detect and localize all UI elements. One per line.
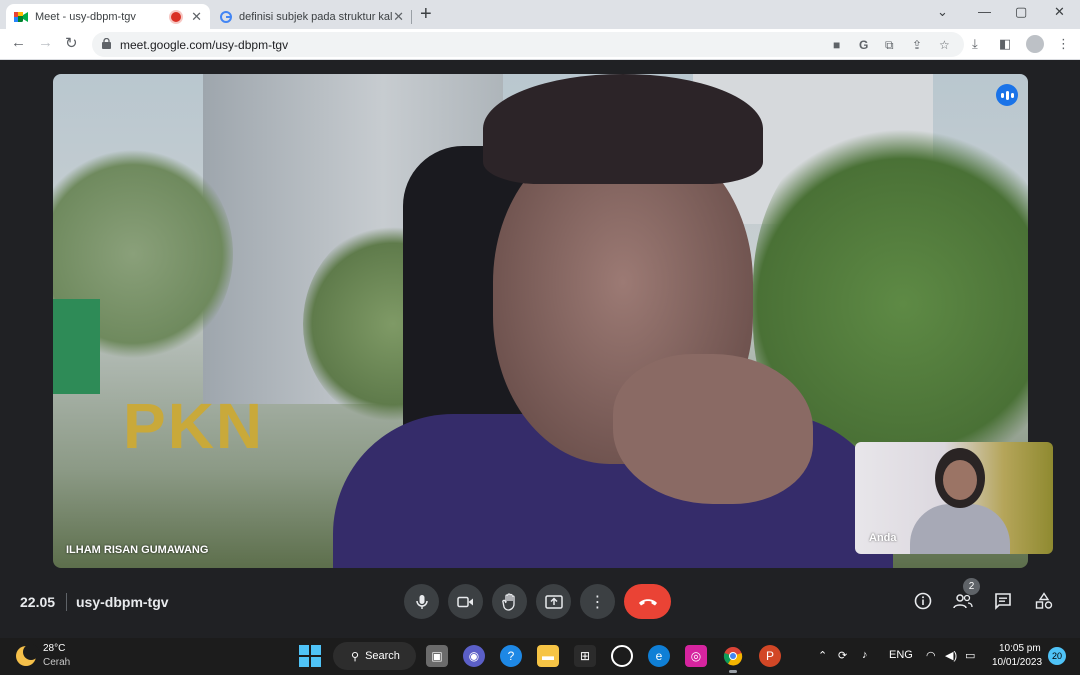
get-help-icon[interactable]: ? [500, 645, 522, 667]
minimize-button[interactable]: — [978, 4, 991, 19]
tab-search[interactable]: definisi subjek pada struktur kalimat ✕ [212, 4, 412, 29]
more-options-icon: ⋮ [589, 593, 606, 611]
more-options-button[interactable]: ⋮ [580, 584, 615, 619]
activities-button[interactable] [1033, 590, 1055, 612]
url-text: meet.google.com/usy-dbpm-tgv [120, 38, 289, 52]
meeting-details-button[interactable] [912, 590, 934, 612]
activities-icon [1035, 592, 1053, 609]
present-icon [544, 594, 563, 609]
windows-start-icon[interactable] [299, 645, 321, 667]
lock-icon [102, 38, 111, 49]
teams-chat-icon[interactable]: ◉ [463, 645, 485, 667]
back-button[interactable]: ← [11, 34, 26, 51]
participant-hand [613, 354, 813, 504]
present-now-button[interactable] [536, 584, 571, 619]
tab-title: definisi subjek pada struktur kalimat [239, 10, 393, 23]
tab-search-chevron-icon[interactable]: ⌄ [937, 4, 948, 20]
share-icon[interactable]: ⇪ [912, 38, 922, 52]
chrome-icon[interactable] [722, 645, 744, 673]
bookmark-star-icon[interactable]: ☆ [939, 38, 950, 52]
address-bar[interactable]: meet.google.com/usy-dbpm-tgv ■ G ⧉ ⇪ ☆ [92, 32, 964, 57]
self-participant-body [910, 504, 1010, 554]
speaking-indicator-icon [996, 84, 1018, 106]
meet-stage: PKN ILHAM RISAN GUMAWANG Anda [0, 60, 1080, 638]
close-tab-icon[interactable]: ✕ [191, 9, 202, 25]
chrome-logo-icon [723, 647, 743, 666]
tab-meet[interactable]: Meet - usy-dbpm-tgv ✕ [6, 4, 210, 29]
info-icon [914, 592, 932, 610]
translate-icon[interactable]: ⧉ [885, 38, 894, 53]
chrome-menu-icon[interactable]: ⋮ [1057, 36, 1070, 52]
side-panel-icon[interactable]: ◧ [999, 36, 1011, 52]
meeting-clock: 22.05 [20, 594, 56, 610]
weather-temperature: 28°C [43, 643, 66, 654]
tab-divider [411, 10, 412, 24]
search-label: Search [365, 650, 400, 662]
main-participant-name: ILHAM RISAN GUMAWANG [66, 544, 209, 556]
taskbar-date[interactable]: 10/01/2023 [992, 657, 1042, 668]
taskbar-search-button[interactable]: ⚲ Search [333, 642, 416, 670]
google-meet-icon [14, 11, 28, 22]
self-participant-face [943, 460, 977, 500]
tray-overflow-chevron-icon[interactable]: ⌃ [818, 649, 827, 662]
download-icon[interactable]: ⤓ [972, 36, 978, 52]
taskbar-time[interactable]: 10:05 pm [999, 643, 1041, 654]
reload-button[interactable]: ↻ [65, 34, 78, 52]
google-lens-icon[interactable]: G [859, 38, 868, 52]
task-view-icon[interactable]: ▣ [426, 645, 448, 667]
forward-button[interactable]: → [38, 34, 53, 51]
tray-microphone-icon[interactable]: ♪ [862, 649, 868, 661]
volume-icon[interactable]: ◀) [945, 649, 957, 662]
language-indicator[interactable]: ENG [889, 649, 913, 661]
end-call-button[interactable] [624, 584, 671, 619]
tab-title: Meet - usy-dbpm-tgv [35, 10, 136, 23]
maximize-button[interactable]: ▢ [1015, 4, 1027, 20]
background-sign [53, 299, 100, 394]
camera-button[interactable] [448, 584, 483, 619]
people-icon [953, 594, 973, 609]
powerpoint-icon[interactable]: P [759, 645, 781, 667]
chat-icon [995, 593, 1011, 610]
profile-avatar[interactable] [1026, 35, 1044, 53]
app-icon[interactable] [611, 645, 633, 667]
close-tab-icon[interactable]: ✕ [393, 9, 404, 25]
browser-toolbar: ← → ↻ meet.google.com/usy-dbpm-tgv ■ G ⧉… [0, 29, 1080, 60]
battery-icon[interactable]: ▭ [965, 649, 975, 662]
edge-browser-icon[interactable]: e [648, 645, 670, 667]
participant-count-badge: 2 [963, 578, 980, 595]
meeting-code: usy-dbpm-tgv [76, 594, 169, 610]
hand-icon [501, 592, 515, 611]
camera-in-use-icon[interactable]: ■ [833, 38, 840, 52]
search-icon: ⚲ [351, 650, 360, 663]
chat-button[interactable] [992, 590, 1014, 612]
mic-button[interactable] [404, 584, 439, 619]
google-g-icon [220, 10, 232, 23]
divider [66, 593, 67, 611]
background-pkn-sign: PKN [123, 390, 265, 462]
self-participant-name: Anda [869, 532, 897, 544]
end-call-icon [638, 598, 657, 605]
close-window-button[interactable]: ✕ [1054, 4, 1065, 20]
microphone-icon [415, 594, 428, 609]
new-tab-button[interactable]: + [420, 3, 432, 26]
meet-control-bar: 22.05 usy-dbpm-tgv ⋮ 2 [0, 578, 1080, 638]
microsoft-store-icon[interactable]: ⊞ [574, 645, 596, 667]
windows-taskbar: 28°C Cerah ⚲ Search ▣ ◉ ? ▬ ⊞ e ◎ P ⌃ ⟳ … [0, 638, 1080, 675]
instagram-icon[interactable]: ◎ [685, 645, 707, 667]
recording-indicator-icon [171, 11, 182, 22]
participant-hair [483, 74, 763, 184]
weather-condition: Cerah [43, 657, 71, 668]
file-explorer-icon[interactable]: ▬ [537, 645, 559, 667]
raise-hand-button[interactable] [492, 584, 527, 619]
wifi-icon[interactable]: ◠ [926, 649, 936, 662]
weather-moon-icon[interactable] [16, 644, 39, 666]
camera-icon [457, 596, 473, 607]
browser-tab-strip: Meet - usy-dbpm-tgv ✕ definisi subjek pa… [0, 0, 1080, 29]
sync-icon[interactable]: ⟳ [838, 649, 847, 662]
self-view-tile[interactable]: Anda [855, 442, 1053, 554]
notification-count-badge[interactable]: 20 [1048, 647, 1066, 665]
